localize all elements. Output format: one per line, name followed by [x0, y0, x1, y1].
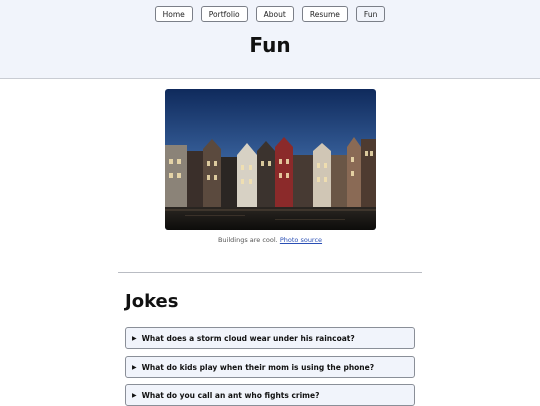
- disclosure-triangle-icon: ▶: [132, 334, 137, 342]
- jokes-heading: Jokes: [125, 291, 179, 312]
- joke-item[interactable]: ▶ What do you call an ant who fights cri…: [125, 384, 415, 406]
- photo-caption: Buildings are cool. Photo source: [0, 236, 540, 244]
- section-divider: [118, 272, 422, 273]
- nav-portfolio-button[interactable]: Portfolio: [200, 6, 248, 22]
- joke-question: What does a storm cloud wear under his r…: [141, 333, 355, 343]
- disclosure-triangle-icon: ▶: [132, 363, 137, 371]
- nav-home-button[interactable]: Home: [154, 6, 193, 22]
- page-header: Home Portfolio About Resume Fun Fun: [0, 0, 540, 79]
- disclosure-triangle-icon: ▶: [132, 391, 137, 399]
- nav-about-button[interactable]: About: [255, 6, 294, 22]
- nav-fun-button[interactable]: Fun: [355, 6, 386, 22]
- buildings-photo: [165, 89, 376, 230]
- page-title: Fun: [249, 33, 291, 57]
- joke-item[interactable]: ▶ What do kids play when their mom is us…: [125, 356, 415, 378]
- caption-text: Buildings are cool.: [217, 236, 278, 244]
- nav-resume-button[interactable]: Resume: [301, 6, 348, 22]
- joke-question: What do kids play when their mom is usin…: [141, 362, 375, 372]
- joke-item[interactable]: ▶ What does a storm cloud wear under his…: [125, 327, 415, 349]
- joke-question: What do you call an ant who fights crime…: [141, 390, 320, 400]
- photo-source-link[interactable]: Photo source: [280, 236, 322, 244]
- top-nav: Home Portfolio About Resume Fun: [0, 6, 540, 22]
